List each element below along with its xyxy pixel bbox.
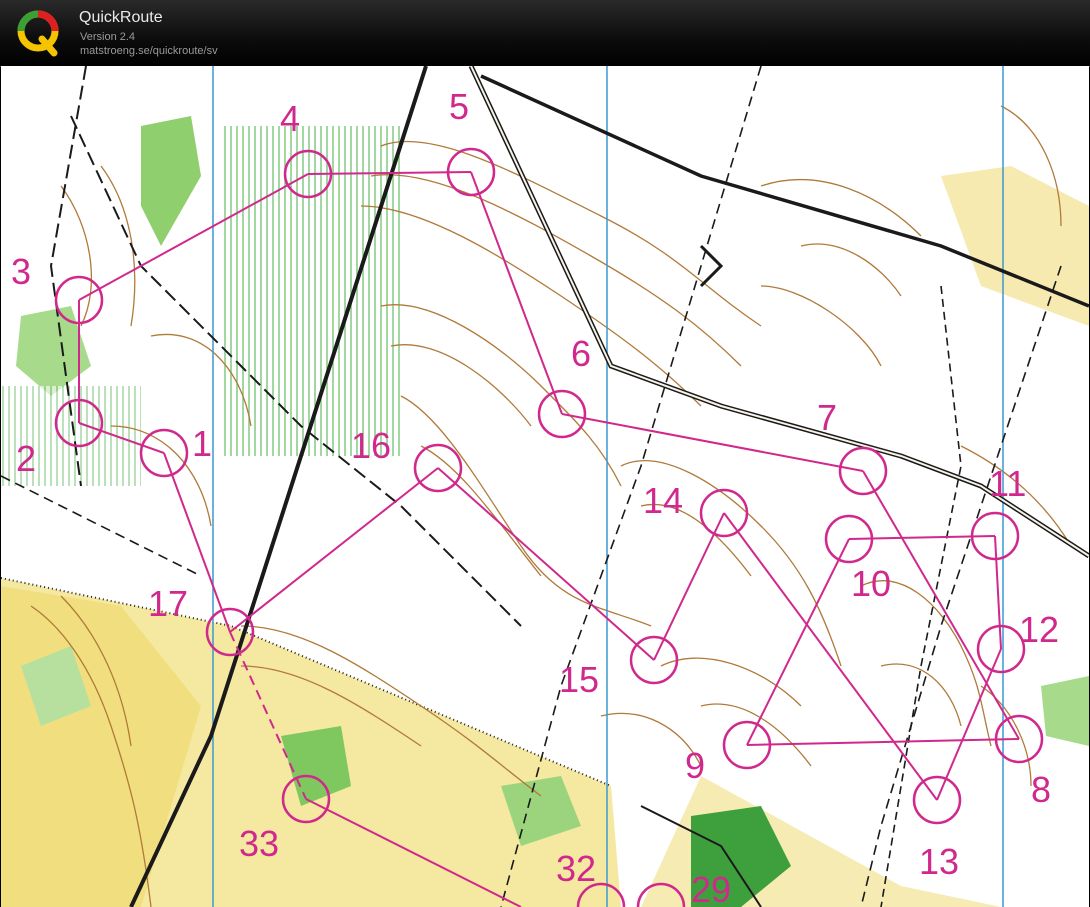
vegetation-area: [141, 116, 201, 246]
control-number-1: 1: [192, 423, 212, 464]
footpath: [880, 285, 962, 907]
control-number-5: 5: [449, 86, 469, 127]
footpath: [699, 244, 724, 288]
map-canvas[interactable]: 1234 567891011121314151617293233: [1, 66, 1089, 907]
app-title: QuickRoute: [79, 9, 163, 26]
control-number-4: 4: [280, 98, 300, 139]
control-number-12: 12: [1019, 609, 1059, 650]
control-number-3: 3: [11, 251, 31, 292]
control-number-7: 7: [817, 397, 837, 438]
control-number-14: 14: [643, 480, 683, 521]
control-number-9: 9: [685, 745, 705, 786]
control-number-32: 32: [556, 848, 596, 889]
orienteering-map[interactable]: 1 2 3 4 5 6 7 8 9 10 11 12 13 14 15 16 17 29 32 33: [1, 66, 1089, 907]
control-number-2: 2: [16, 438, 36, 479]
app-url-link[interactable]: matstroeng.se/quickroute/sv: [80, 45, 218, 57]
terrain-layer: [1, 116, 1089, 907]
vegetation-area: [1041, 676, 1089, 746]
control-number-6: 6: [571, 333, 591, 374]
control-number-17: 17: [148, 583, 188, 624]
control-number-10: 10: [851, 563, 891, 604]
control-number-16: 16: [351, 425, 391, 466]
control-number-11: 11: [989, 463, 1026, 504]
footpath: [1, 475, 202, 577]
app-version: Version 2.4: [80, 31, 136, 43]
open-land-area: [941, 166, 1089, 326]
control-number-29: 29: [691, 869, 731, 907]
app-header: QuickRoute Version 2.4 matstroeng.se/qui…: [0, 0, 1090, 67]
control-number-13: 13: [919, 841, 959, 882]
control-number-33: 33: [239, 823, 279, 864]
quickroute-logo-icon: [17, 10, 59, 57]
control-number-15: 15: [559, 659, 599, 700]
control-number-8: 8: [1031, 769, 1051, 810]
